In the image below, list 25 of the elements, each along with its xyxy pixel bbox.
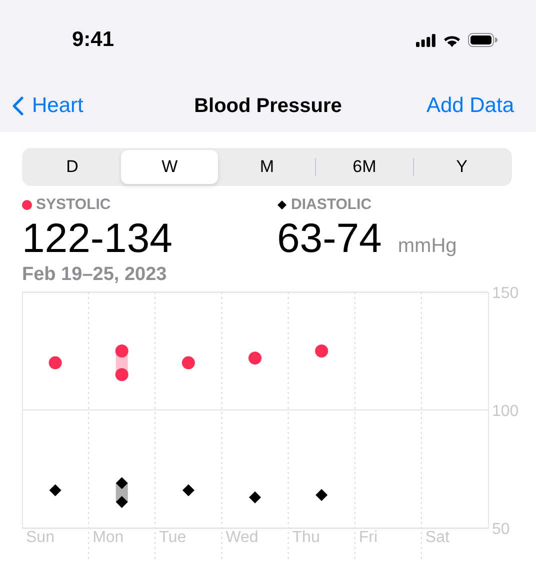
axis-label: 50 — [492, 521, 510, 538]
axis-label: Thu — [292, 529, 320, 546]
metric-value: 122-134 — [22, 215, 172, 262]
date-range: Feb 19–25, 2023 — [22, 264, 168, 286]
metric-value: 63-74 — [277, 215, 382, 262]
segment-tab[interactable]: M — [218, 150, 316, 184]
unit-label: mmHg — [398, 235, 457, 258]
metric-label: DIASTOLIC — [291, 196, 372, 213]
add-data-button[interactable]: Add Data — [426, 94, 514, 118]
axis-label: 150 — [492, 285, 519, 302]
segment-tab[interactable]: D — [24, 150, 120, 184]
axis-label: Sun — [26, 529, 54, 546]
axis-label: Wed — [226, 529, 258, 546]
nav-title: Blood Pressure — [194, 94, 342, 118]
segment-tab[interactable]: Y — [414, 150, 510, 184]
axis-label: Tue — [159, 529, 186, 546]
back-button[interactable]: Heart — [12, 94, 84, 118]
axis-label: Sat — [425, 529, 450, 546]
metric-label: SYSTOLIC — [36, 196, 111, 213]
axis-label: 100 — [492, 403, 519, 420]
axis-label: Mon — [92, 529, 124, 546]
status-time: 9:41 — [72, 28, 114, 52]
segment-tab[interactable]: 6M — [316, 150, 413, 184]
segment-tab[interactable]: W — [121, 150, 218, 184]
axis-label: Fri — [358, 529, 378, 546]
